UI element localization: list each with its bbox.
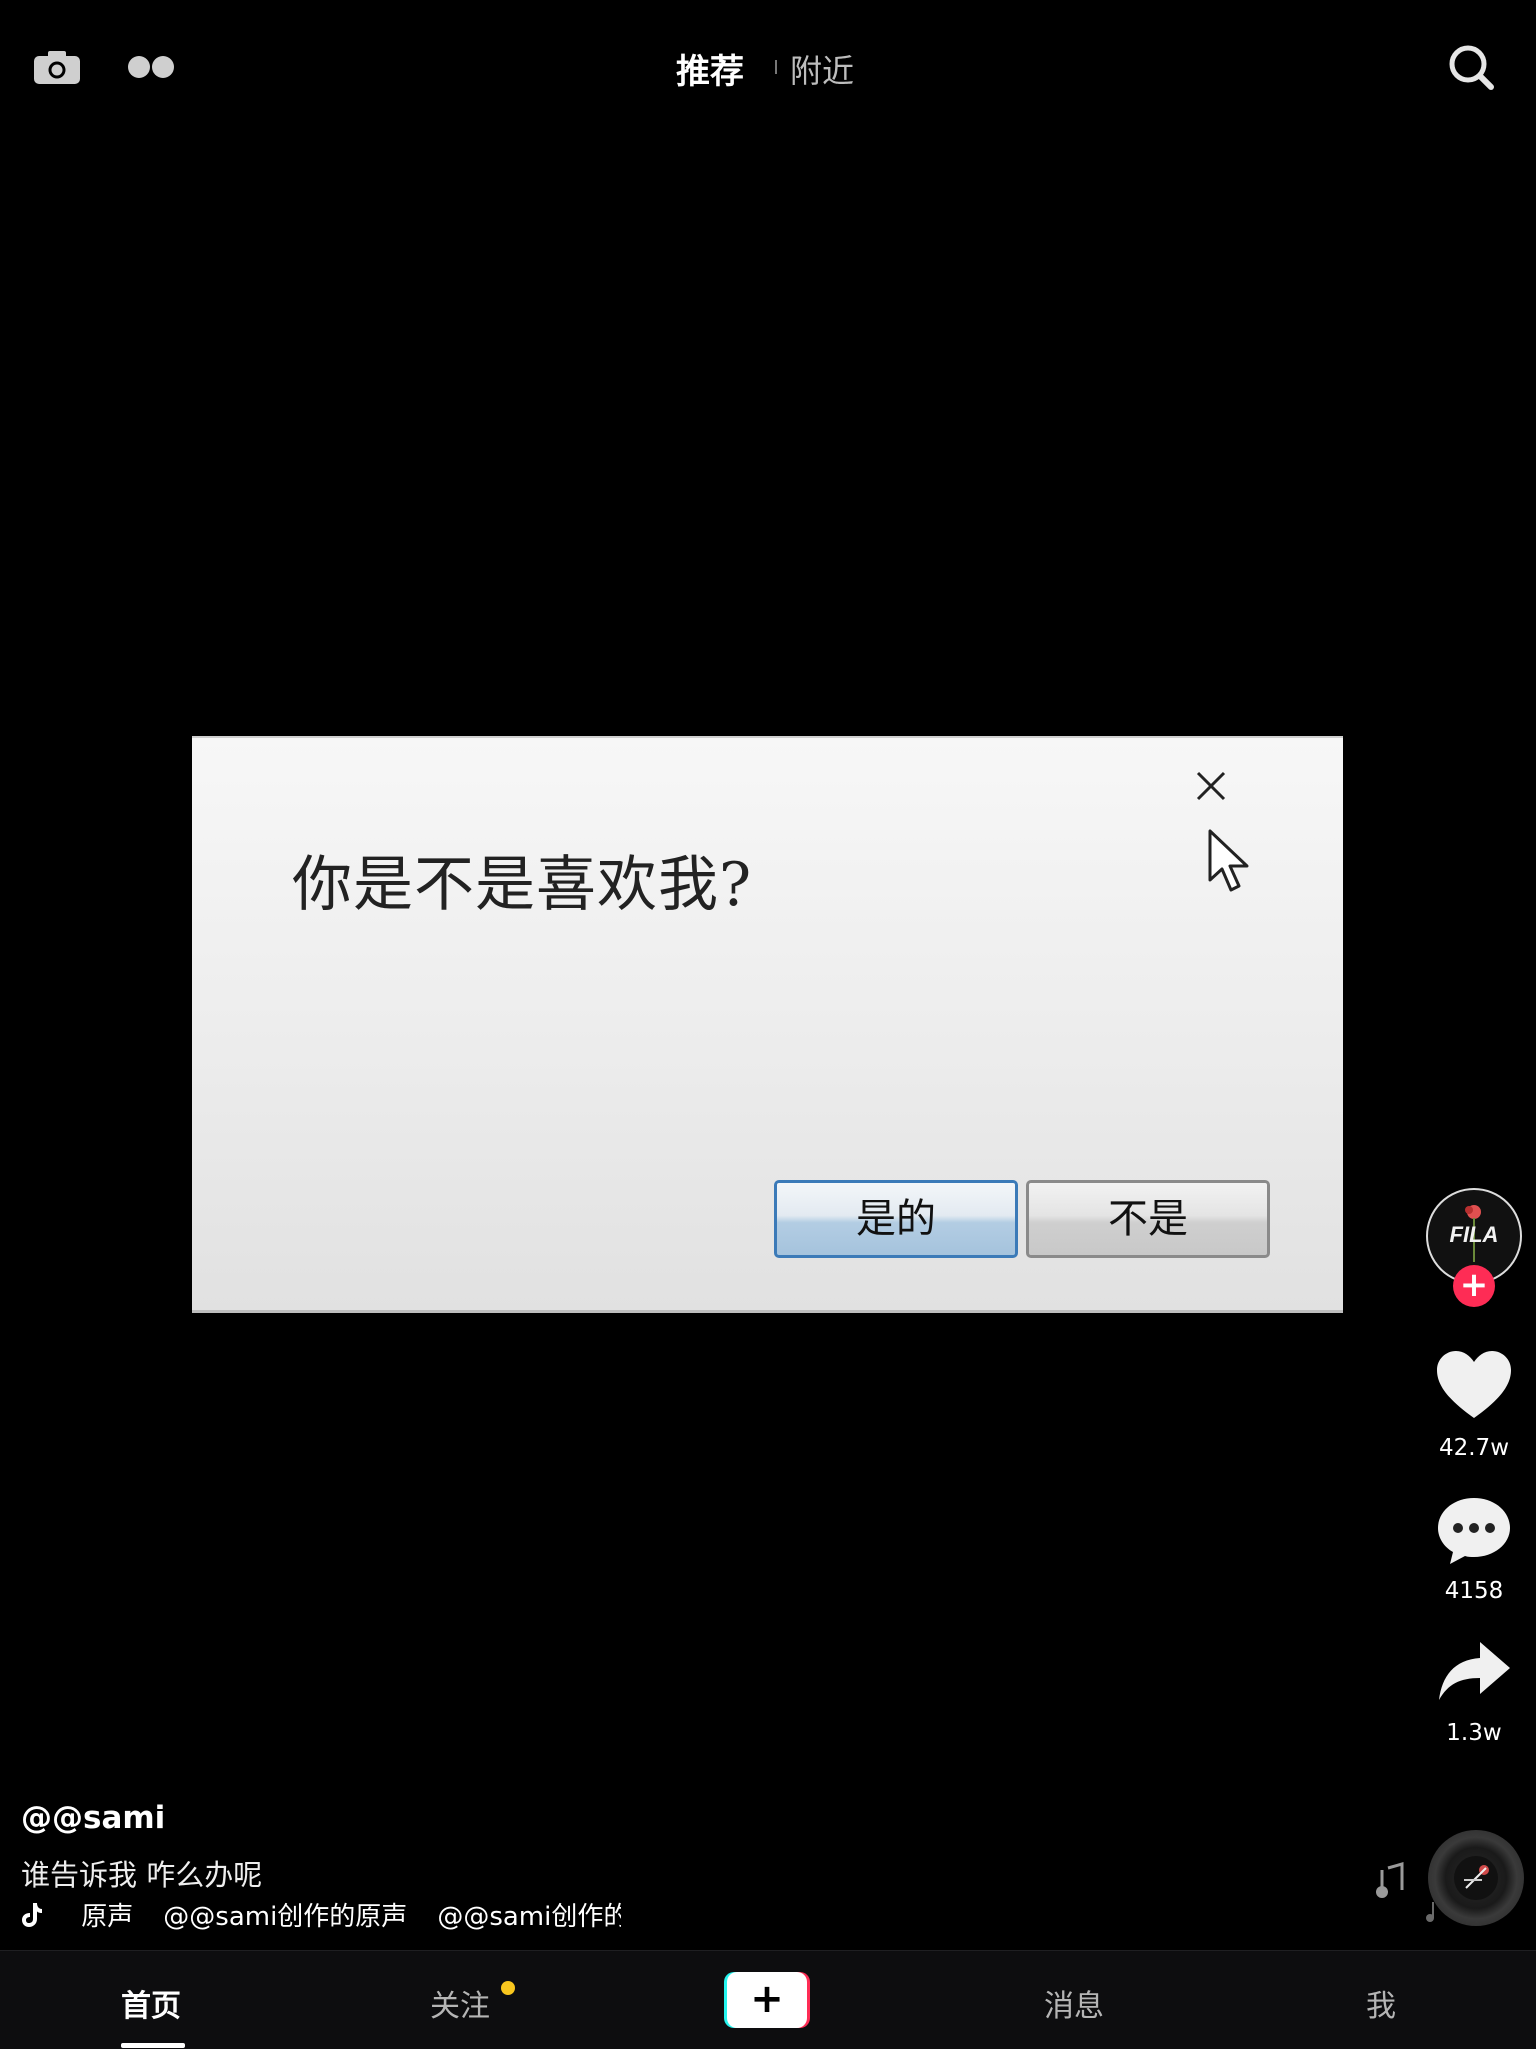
music-disc[interactable] [1428,1830,1524,1926]
camera-icon[interactable] [34,50,80,88]
nav-home-indicator [121,2043,185,2048]
nav-me[interactable]: 我 [1366,1981,1396,2025]
svg-text:FILA: FILA [1450,1222,1499,1247]
music-title-2: @@sami创作的原声 [163,1902,408,1932]
dialog-yes-button: 是的 [774,1180,1018,1258]
heart-icon[interactable] [1436,1350,1512,1426]
create-button[interactable]: + [724,1972,810,2028]
close-icon [1195,770,1227,806]
video-description: 谁告诉我 咋么办呢 [21,1858,263,1892]
music-title-1: 原声 [81,1902,134,1932]
dialog-box: 你是不是喜欢我? 是的 不是 [192,736,1343,1313]
top-bar: 推荐 附近 [0,0,1536,140]
tiktok-note-icon [21,1902,51,1932]
bottom-nav: 首页 关注 + 消息 我 [0,1950,1536,2049]
nav-follow[interactable]: 关注 [430,1981,490,2025]
dialog-no-button: 不是 [1026,1180,1270,1258]
share-icon[interactable] [1436,1640,1512,1716]
follow-plus-button[interactable]: + [1453,1265,1495,1307]
music-marquee[interactable]: 原声 @@sami创作的原声 @@sami创作的 [21,1896,621,1933]
cursor-icon [1207,828,1253,898]
dual-dot-icon[interactable] [127,55,175,83]
author-name[interactable]: @@sami [21,1800,165,1836]
dialog-question: 你是不是喜欢我? [292,850,753,920]
notification-dot [501,1981,515,1995]
plus-icon: + [727,1972,807,2028]
search-icon[interactable] [1448,44,1494,94]
music-title-3: @@sami创作的 [437,1902,621,1932]
tab-nearby[interactable]: 附近 [790,46,854,92]
comment-count: 4158 [1444,1578,1504,1604]
nav-messages[interactable]: 消息 [1044,1981,1104,2025]
comment-icon[interactable] [1436,1496,1512,1572]
nav-home[interactable]: 首页 [121,1981,181,2025]
share-count: 1.3w [1446,1720,1502,1746]
like-count: 42.7w [1438,1435,1510,1461]
tab-recommend[interactable]: 推荐 [676,44,744,93]
tab-divider [775,60,777,74]
